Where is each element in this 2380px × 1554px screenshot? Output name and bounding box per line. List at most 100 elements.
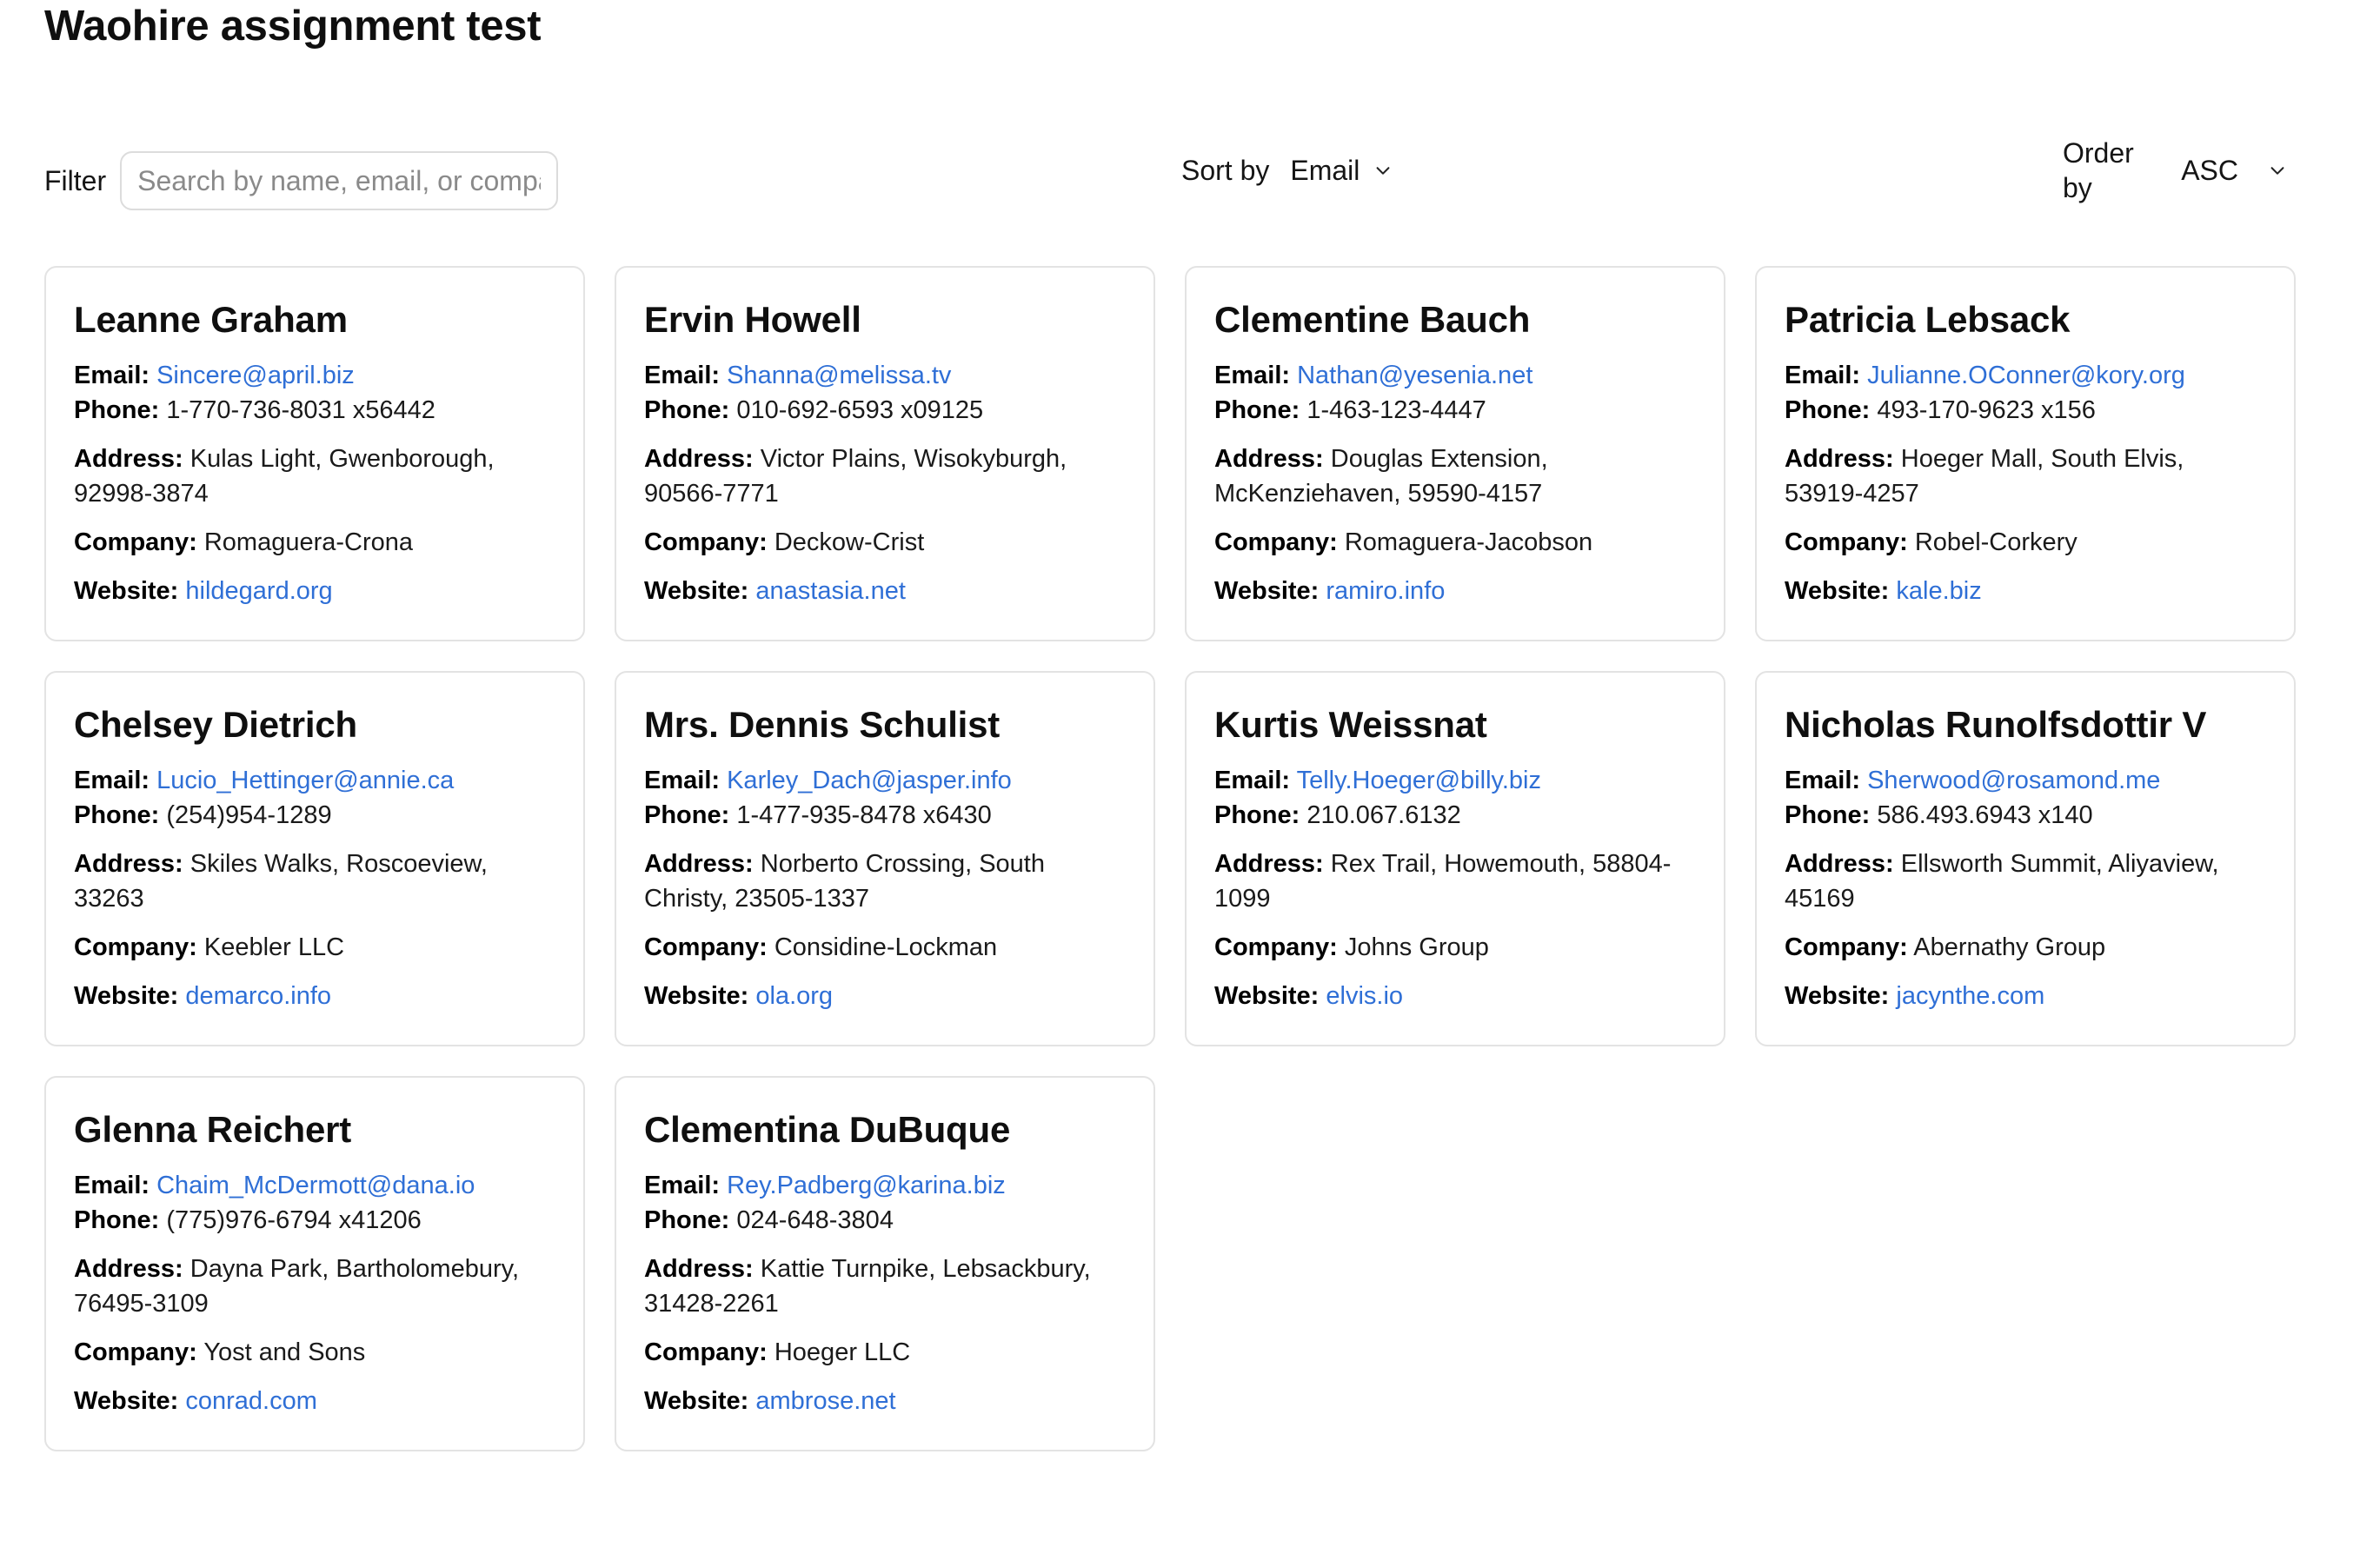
phone-label: Phone: [1785, 396, 1871, 424]
address-label: Address: [644, 850, 754, 878]
website-link[interactable]: kale.biz [1896, 577, 1981, 605]
website-label: Website: [1214, 982, 1320, 1010]
email-link[interactable]: Julianne.OConner@kory.org [1867, 362, 2185, 389]
sort-label: Sort by [1181, 155, 1270, 186]
controls-bar: Filter Sort by Email Order by ASC [44, 137, 2287, 212]
phone-value: (254)954-1289 [166, 801, 332, 829]
website-link[interactable]: anastasia.net [755, 577, 906, 605]
user-card: Clementina DuBuque Email: Rey.Padberg@ka… [615, 1076, 1155, 1451]
website-label: Website: [1214, 577, 1320, 605]
website-label: Website: [74, 982, 179, 1010]
company-label: Company: [644, 528, 768, 556]
website-label: Website: [644, 1387, 749, 1415]
website-link[interactable]: hildegard.org [185, 577, 332, 605]
website-row: Website: anastasia.net [644, 574, 1126, 608]
company-label: Company: [1785, 528, 1908, 556]
user-card: Chelsey Dietrich Email: Lucio_Hettinger@… [44, 671, 585, 1046]
address-row: Address: Hoeger Mall, South Elvis, 53919… [1785, 442, 2266, 511]
phone-value: 586.493.6943 x140 [1877, 801, 2093, 829]
website-row: Website: ola.org [644, 979, 1126, 1013]
email-link[interactable]: Nathan@yesenia.net [1297, 362, 1532, 389]
user-card: Leanne Graham Email: Sincere@april.biz P… [44, 266, 585, 641]
website-row: Website: demarco.info [74, 979, 555, 1013]
phone-label: Phone: [644, 801, 730, 829]
company-label: Company: [74, 528, 197, 556]
user-card: Glenna Reichert Email: Chaim_McDermott@d… [44, 1076, 585, 1451]
email-link[interactable]: Sincere@april.biz [156, 362, 355, 389]
website-link[interactable]: elvis.io [1326, 982, 1403, 1010]
filter-label: Filter [44, 165, 107, 196]
website-link[interactable]: demarco.info [185, 982, 331, 1010]
email-label: Email: [644, 1172, 721, 1199]
address-row: Address: Skiles Walks, Roscoeview, 33263 [74, 847, 555, 916]
website-link[interactable]: ola.org [755, 982, 833, 1010]
email-label: Email: [1785, 767, 1861, 794]
address-row: Address: Rex Trail, Howemouth, 58804-109… [1214, 847, 1696, 916]
address-label: Address: [1785, 445, 1894, 473]
email-row: Email: Julianne.OConner@kory.org [1785, 358, 2266, 393]
website-link[interactable]: ramiro.info [1326, 577, 1445, 605]
email-link[interactable]: Chaim_McDermott@dana.io [156, 1172, 475, 1199]
email-row: Email: Rey.Padberg@karina.biz [644, 1168, 1126, 1203]
email-link[interactable]: Lucio_Hettinger@annie.ca [156, 767, 454, 794]
sort-select-value: Email [1290, 154, 1360, 186]
company-value: Johns Group [1344, 933, 1489, 961]
phone-value: 024-648-3804 [736, 1206, 894, 1234]
email-row: Email: Lucio_Hettinger@annie.ca [74, 763, 555, 798]
website-row: Website: hildegard.org [74, 574, 555, 608]
company-label: Company: [1785, 933, 1908, 961]
phone-value: 493-170-9623 x156 [1877, 396, 2096, 424]
company-value: Hoeger LLC [774, 1338, 911, 1366]
email-link[interactable]: Rey.Padberg@karina.biz [727, 1172, 1006, 1199]
company-label: Company: [1214, 528, 1338, 556]
address-label: Address: [1214, 850, 1324, 878]
phone-label: Phone: [74, 1206, 160, 1234]
company-row: Company: Romaguera-Jacobson [1214, 525, 1696, 560]
company-row: Company: Deckow-Crist [644, 525, 1126, 560]
address-row: Address: Victor Plains, Wisokyburgh, 905… [644, 442, 1126, 511]
website-row: Website: kale.biz [1785, 574, 2266, 608]
phone-value: 1-463-123-4447 [1306, 396, 1486, 424]
email-link[interactable]: Sherwood@rosamond.me [1867, 767, 2160, 794]
user-card: Kurtis Weissnat Email: Telly.Hoeger@bill… [1185, 671, 1725, 1046]
company-row: Company: Johns Group [1214, 930, 1696, 965]
company-row: Company: Considine-Lockman [644, 930, 1126, 965]
sort-group: Sort by Email [1181, 149, 1393, 191]
address-row: Address: Norberto Crossing, South Christ… [644, 847, 1126, 916]
email-row: Email: Sincere@april.biz [74, 358, 555, 393]
email-label: Email: [74, 1172, 150, 1199]
email-label: Email: [1785, 362, 1861, 389]
filter-input[interactable] [120, 151, 559, 210]
address-row: Address: Kulas Light, Gwenborough, 92998… [74, 442, 555, 511]
website-label: Website: [644, 982, 749, 1010]
company-row: Company: Robel-Corkery [1785, 525, 2266, 560]
order-group: Order by ASC [2063, 137, 2287, 203]
phone-row: Phone: 1-477-935-8478 x6430 [644, 798, 1126, 833]
website-row: Website: conrad.com [74, 1384, 555, 1418]
user-card: Clementine Bauch Email: Nathan@yesenia.n… [1185, 266, 1725, 641]
order-select[interactable]: ASC [2181, 155, 2287, 187]
sort-select[interactable]: Email [1290, 155, 1393, 187]
website-link[interactable]: jacynthe.com [1896, 982, 2044, 1010]
phone-label: Phone: [1214, 396, 1300, 424]
company-row: Company: Yost and Sons [74, 1335, 555, 1370]
email-label: Email: [74, 362, 150, 389]
website-link[interactable]: conrad.com [185, 1387, 317, 1415]
phone-row: Phone: 1-770-736-8031 x56442 [74, 393, 555, 428]
company-row: Company: Keebler LLC [74, 930, 555, 965]
email-link[interactable]: Shanna@melissa.tv [727, 362, 951, 389]
phone-label: Phone: [74, 801, 160, 829]
email-label: Email: [644, 767, 721, 794]
website-link[interactable]: ambrose.net [755, 1387, 895, 1415]
phone-value: (775)976-6794 x41206 [166, 1206, 422, 1234]
email-row: Email: Chaim_McDermott@dana.io [74, 1168, 555, 1203]
company-label: Company: [644, 1338, 768, 1366]
email-link[interactable]: Karley_Dach@jasper.info [727, 767, 1012, 794]
phone-row: Phone: 210.067.6132 [1214, 798, 1696, 833]
user-name: Chelsey Dietrich [74, 704, 357, 745]
website-label: Website: [74, 577, 179, 605]
company-label: Company: [74, 1338, 197, 1366]
email-link[interactable]: Telly.Hoeger@billy.biz [1297, 767, 1541, 794]
phone-label: Phone: [1214, 801, 1300, 829]
user-card: Nicholas Runolfsdottir V Email: Sherwood… [1755, 671, 2296, 1046]
